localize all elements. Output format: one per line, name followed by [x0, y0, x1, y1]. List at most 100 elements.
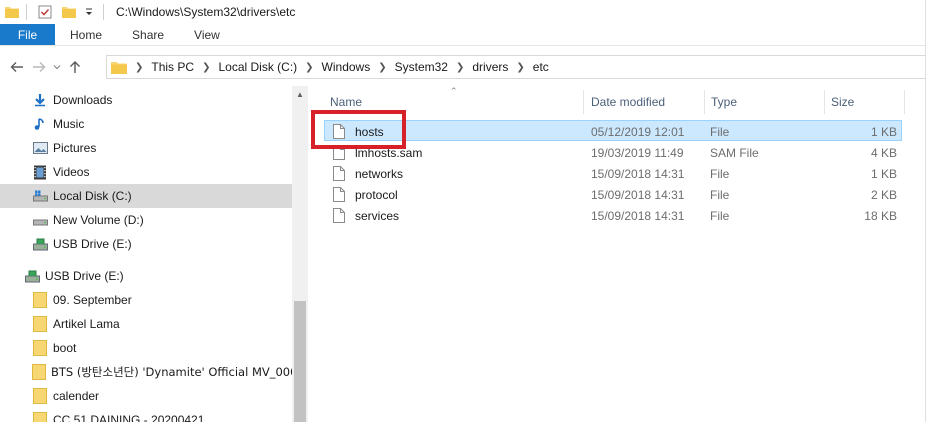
- breadcrumb-separator-icon[interactable]: ❯: [516, 62, 524, 73]
- download-arrow-icon: [32, 92, 48, 108]
- nav-item-label: Local Disk (C:): [53, 189, 132, 203]
- title-bar: C:\Windows\System32\drivers\etc: [0, 0, 926, 24]
- nav-item-label: BTS (방탄소년단) 'Dynamite' Official MV_000: [51, 365, 292, 379]
- nav-item-usb-drive-e[interactable]: USB Drive (E:): [0, 232, 292, 256]
- breadcrumb-separator-icon[interactable]: ❯: [135, 62, 143, 73]
- breadcrumb-etc[interactable]: etc: [533, 60, 549, 74]
- nav-item-folder[interactable]: boot: [0, 336, 292, 360]
- forward-button[interactable]: [28, 56, 50, 78]
- tab-view[interactable]: View: [179, 24, 235, 45]
- breadcrumb-windows[interactable]: Windows: [322, 60, 371, 74]
- breadcrumb-drivers[interactable]: drivers: [472, 60, 508, 74]
- nav-item-label: Music: [53, 117, 85, 131]
- address-bar[interactable]: ❯ This PC ❯ Local Disk (C:) ❯ Windows ❯ …: [106, 55, 926, 79]
- customize-toolbar-chevron-icon[interactable]: [81, 4, 97, 20]
- recent-locations-chevron-icon[interactable]: [50, 56, 64, 78]
- nav-item-new-volume-d[interactable]: New Volume (D:): [0, 208, 292, 232]
- breadcrumb-this-pc[interactable]: This PC: [151, 60, 194, 74]
- file-icon: [333, 123, 347, 140]
- folder-icon: [32, 316, 48, 332]
- nav-item-folder[interactable]: calender: [0, 384, 292, 408]
- nav-item-usb-drive-e-root[interactable]: USB Drive (E:): [0, 264, 292, 288]
- nav-item-pictures[interactable]: Pictures: [0, 136, 292, 160]
- nav-item-music[interactable]: Music: [0, 112, 292, 136]
- column-header-name[interactable]: Name: [324, 90, 584, 114]
- nav-scrollbar[interactable]: ▲: [292, 86, 308, 422]
- file-name-cell: services: [333, 205, 399, 226]
- nav-item-label: Downloads: [53, 93, 113, 107]
- nav-item-label: New Volume (D:): [53, 213, 144, 227]
- breadcrumb-separator-icon[interactable]: ❯: [202, 62, 210, 73]
- nav-item-folder[interactable]: Artikel Lama: [0, 312, 292, 336]
- breadcrumb-separator-icon[interactable]: ❯: [305, 62, 313, 73]
- toolbar-separator: [103, 4, 104, 20]
- file-size: 1 KB: [870, 166, 897, 181]
- nav-item-videos[interactable]: Videos: [0, 160, 292, 184]
- nav-item-label: Artikel Lama: [53, 317, 120, 331]
- nav-item-local-disk-c[interactable]: Local Disk (C:): [0, 184, 292, 208]
- file-type: File: [710, 166, 730, 181]
- column-header-size[interactable]: Size: [825, 90, 905, 114]
- scroll-up-arrow-icon[interactable]: ▲: [292, 86, 308, 102]
- tab-share[interactable]: Share: [117, 24, 179, 45]
- nav-item-label: Pictures: [53, 141, 97, 155]
- table-row[interactable]: protocol 15/09/2018 14:31 File 2 KB: [324, 184, 902, 205]
- file-type: SAM File: [710, 145, 759, 160]
- breadcrumb-separator-icon[interactable]: ❯: [378, 62, 386, 73]
- table-row[interactable]: networks 15/09/2018 14:31 File 1 KB: [324, 163, 902, 184]
- ribbon-tabs: File Home Share View: [0, 24, 926, 46]
- table-row[interactable]: services 15/09/2018 14:31 File 18 KB: [324, 205, 902, 226]
- nav-item-downloads[interactable]: Downloads: [0, 88, 292, 112]
- folder-icon: [111, 61, 127, 74]
- address-row: ❯ This PC ❯ Local Disk (C:) ❯ Windows ❯ …: [0, 54, 926, 80]
- properties-check-icon[interactable]: [37, 4, 53, 20]
- file-size: 2 KB: [870, 187, 897, 202]
- tab-home[interactable]: Home: [55, 24, 117, 45]
- file-date: 05/12/2019 12:01: [591, 124, 685, 139]
- nav-item-folder[interactable]: 09. September: [0, 288, 292, 312]
- navigation-pane: Downloads Music Pictures Videos Local Di…: [0, 86, 292, 422]
- drive-icon: [32, 212, 48, 228]
- back-button[interactable]: [6, 56, 28, 78]
- file-icon: [333, 144, 347, 161]
- file-icon: [333, 165, 347, 182]
- folder-icon: [32, 292, 48, 308]
- tab-file[interactable]: File: [0, 24, 55, 45]
- breadcrumb-system32[interactable]: System32: [395, 60, 448, 74]
- file-name: protocol: [355, 187, 398, 202]
- file-type: File: [710, 208, 730, 223]
- file-name: networks: [355, 166, 404, 181]
- file-name-cell: protocol: [333, 184, 398, 205]
- file-date: 15/09/2018 14:31: [591, 208, 685, 223]
- nav-item-folder[interactable]: BTS (방탄소년단) 'Dynamite' Official MV_000: [0, 360, 292, 384]
- file-size: 1 KB: [870, 124, 897, 139]
- drive-icon: [32, 188, 48, 204]
- file-name-cell: hosts: [333, 121, 384, 142]
- column-header-type[interactable]: Type: [705, 90, 825, 114]
- file-date: 15/09/2018 14:31: [591, 166, 685, 181]
- column-header-date-modified[interactable]: Date modified: [585, 90, 705, 114]
- nav-item-label: 09. September: [53, 293, 132, 307]
- pictures-icon: [32, 140, 48, 156]
- scroll-thumb[interactable]: [294, 301, 306, 422]
- window-title: C:\Windows\System32\drivers\etc: [116, 5, 296, 19]
- breadcrumb-local-disk[interactable]: Local Disk (C:): [218, 60, 297, 74]
- nav-item-folder[interactable]: CC 51 DAINING - 20200421: [0, 408, 292, 422]
- up-button[interactable]: [64, 56, 86, 78]
- new-folder-icon[interactable]: [61, 4, 77, 20]
- usb-drive-icon: [24, 268, 40, 284]
- file-date: 19/03/2019 11:49: [591, 145, 684, 160]
- folder-icon: [4, 4, 20, 20]
- file-name: lmhosts.sam: [355, 145, 423, 160]
- file-size: 4 KB: [870, 145, 897, 160]
- video-film-icon: [32, 164, 48, 180]
- file-date: 15/09/2018 14:31: [591, 187, 685, 202]
- nav-item-label: Videos: [53, 165, 90, 179]
- breadcrumb-separator-icon[interactable]: ❯: [456, 62, 464, 73]
- table-row[interactable]: lmhosts.sam 19/03/2019 11:49 SAM File 4 …: [324, 142, 902, 163]
- usb-drive-icon: [32, 236, 48, 252]
- file-icon: [333, 207, 347, 224]
- table-row[interactable]: hosts 05/12/2019 12:01 File 1 KB: [324, 120, 902, 141]
- folder-icon: [32, 364, 46, 380]
- file-list: ⌃ Name Date modified Type Size hosts 05/…: [308, 86, 926, 422]
